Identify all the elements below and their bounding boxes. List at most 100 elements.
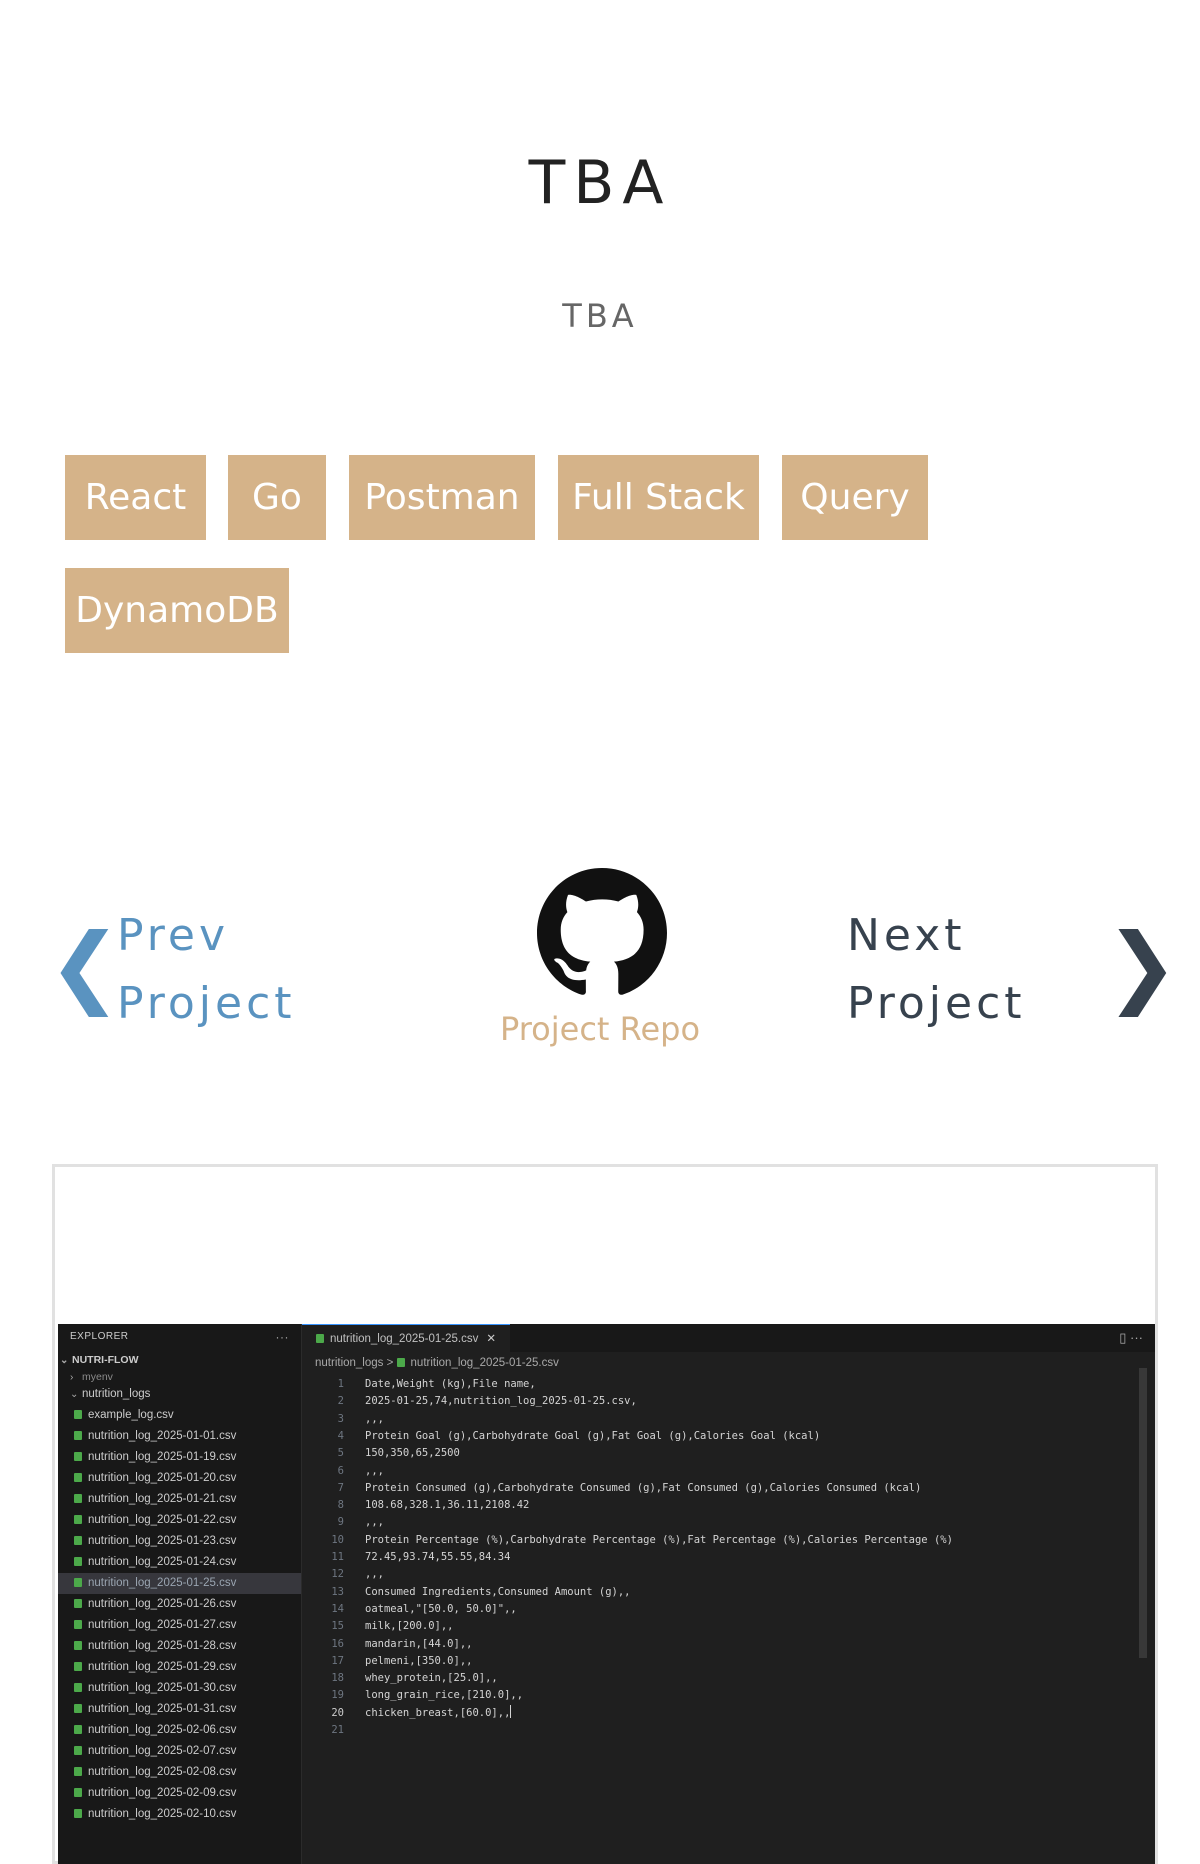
code-text: milk,[200.0],, (365, 1620, 454, 1633)
more-icon: ··· (275, 1330, 289, 1344)
chevron-down-icon: ⌄ (70, 1389, 79, 1400)
line-number: 8 (337, 1499, 344, 1512)
folder-myenv: › myenv (58, 1371, 301, 1384)
file-name: nutrition_log_2025-02-09.csv (88, 1787, 237, 1799)
file-tree-item: nutrition_log_2025-01-01.csv (58, 1426, 301, 1447)
code-text: Protein Goal (g),Carbohydrate Goal (g),F… (365, 1429, 821, 1442)
code-text: whey_protein,[25.0],, (365, 1672, 498, 1685)
tab-bar: nutrition_log_2025-01-25.csv ✕ ▯ ··· (302, 1324, 1155, 1353)
next-label-line2: Project (847, 978, 1026, 1029)
code-text: Protein Percentage (%),Carbohydrate Perc… (365, 1533, 953, 1546)
code-text: pelmeni,[350.0],, (365, 1654, 473, 1667)
breadcrumb-file: nutrition_log_2025-01-25.csv (410, 1357, 559, 1369)
code-text: Consumed Ingredients,Consumed Amount (g)… (365, 1585, 631, 1598)
chevron-right-icon[interactable]: ❯ (1105, 922, 1179, 1010)
code-line: 18 whey_protein,[25.0],, (302, 1670, 1155, 1687)
code-line: 20 chicken_breast,[60.0],, (302, 1704, 1155, 1722)
line-number: 18 (331, 1672, 344, 1685)
editor-screenshot: EXPLORER ··· ⌄ NUTRI-FLOW › myenv ⌄ nutriti… (58, 1324, 1155, 1864)
breadcrumb: nutrition_logs > nutrition_log_2025-01-2… (315, 1357, 559, 1369)
line-number: 5 (337, 1447, 344, 1460)
file-tree-item: nutrition_log_2025-02-09.csv (58, 1783, 301, 1804)
folder-myenv-label: myenv (82, 1371, 113, 1383)
file-name: nutrition_log_2025-02-10.csv (88, 1808, 237, 1820)
github-icon[interactable] (537, 868, 667, 998)
file-name: nutrition_log_2025-02-06.csv (88, 1724, 237, 1736)
line-number: 20 (331, 1706, 344, 1719)
code-line: 6,,, (302, 1463, 1155, 1480)
csv-file-icon (74, 1536, 82, 1545)
file-tree-item: nutrition_log_2025-01-20.csv (58, 1468, 301, 1489)
code-line: 9,,, (302, 1514, 1155, 1531)
code-line: 13 Consumed Ingredients,Consumed Amount (… (302, 1584, 1155, 1601)
file-tree-item: example_log.csv (58, 1405, 301, 1426)
file-name: nutrition_log_2025-01-30.csv (88, 1682, 237, 1694)
code-line: 17 pelmeni,[350.0],, (302, 1653, 1155, 1670)
project-name: NUTRI-FLOW (72, 1354, 139, 1366)
breadcrumb-separator: > (386, 1357, 394, 1369)
file-tree-item: nutrition_log_2025-01-19.csv (58, 1447, 301, 1468)
csv-file-icon (74, 1452, 82, 1461)
text-cursor (510, 1704, 512, 1718)
code-line: 1 Date,Weight (kg),File name, (302, 1376, 1155, 1393)
page-title: TBA (528, 148, 672, 218)
chevron-left-icon[interactable]: ❮ (48, 922, 122, 1010)
code-line: 4 Protein Goal (g),Carbohydrate Goal (g),… (302, 1428, 1155, 1445)
code-text: ,,, (365, 1516, 384, 1529)
csv-file-icon (74, 1788, 82, 1797)
file-name: nutrition_log_2025-01-31.csv (88, 1703, 237, 1715)
file-name: nutrition_log_2025-01-25.csv (88, 1577, 237, 1589)
next-project-link[interactable]: Next Project (847, 902, 1097, 1038)
code-text: ,,, (365, 1412, 384, 1425)
tag-dynamodb: DynamoDB (65, 568, 289, 653)
code-text: 150,350,65,2500 (365, 1447, 460, 1460)
file-tree-item: nutrition_log_2025-01-31.csv (58, 1699, 301, 1720)
file-name: nutrition_log_2025-01-23.csv (88, 1535, 237, 1547)
line-number: 15 (331, 1620, 344, 1633)
code-text: long_grain_rice,[210.0],, (365, 1689, 524, 1702)
file-tree-item: nutrition_log_2025-02-06.csv (58, 1720, 301, 1741)
code-line: 10 Protein Percentage (%),Carbohydrate Pe… (302, 1532, 1155, 1549)
line-number: 7 (337, 1481, 344, 1494)
csv-file-icon (74, 1746, 82, 1755)
code-line: 15 milk,[200.0],, (302, 1618, 1155, 1635)
line-number: 16 (331, 1637, 344, 1650)
line-number: 17 (331, 1654, 344, 1667)
line-number: 14 (331, 1602, 344, 1615)
code-text: Protein Consumed (g),Carbohydrate Consum… (365, 1481, 922, 1494)
file-tree-item: nutrition_log_2025-01-21.csv (58, 1489, 301, 1510)
prev-project-link[interactable]: Prev Project (117, 902, 437, 1038)
code-line: 14 oatmeal,"[50.0, 50.0]",, (302, 1601, 1155, 1618)
file-name: nutrition_log_2025-02-08.csv (88, 1766, 237, 1778)
code-line: 11 72.45,93.74,55.55,84.34 (302, 1549, 1155, 1566)
file-tree-item: nutrition_log_2025-02-10.csv (58, 1804, 301, 1825)
line-number: 10 (331, 1533, 344, 1546)
explorer-header: EXPLORER ··· (58, 1324, 301, 1350)
file-name: nutrition_log_2025-01-27.csv (88, 1619, 237, 1631)
line-number: 6 (337, 1464, 344, 1477)
file-name: nutrition_log_2025-02-07.csv (88, 1745, 237, 1757)
csv-file-icon (74, 1473, 82, 1482)
line-number: 21 (331, 1724, 344, 1736)
file-tree-item: nutrition_log_2025-01-23.csv (58, 1531, 301, 1552)
csv-file-icon (74, 1641, 82, 1650)
file-tree-item: nutrition_log_2025-01-24.csv (58, 1552, 301, 1573)
file-tree-item: nutrition_log_2025-01-27.csv (58, 1615, 301, 1636)
code-line: 12,,, (302, 1566, 1155, 1583)
folder-nutrition-logs: ⌄ nutrition_logs (58, 1384, 301, 1405)
project-repo-link[interactable]: Project Repo (430, 1010, 770, 1048)
file-name: nutrition_log_2025-01-24.csv (88, 1556, 237, 1568)
file-tree-item: nutrition_log_2025-01-28.csv (58, 1636, 301, 1657)
csv-file-icon (74, 1683, 82, 1692)
line-number: 19 (331, 1689, 344, 1702)
csv-file-icon (74, 1809, 82, 1818)
csv-file-icon (74, 1725, 82, 1734)
file-tree-item: nutrition_log_2025-01-25.csv (58, 1573, 301, 1594)
line-number: 9 (337, 1516, 344, 1529)
project-screenshot-frame: EXPLORER ··· ⌄ NUTRI-FLOW › myenv ⌄ nutriti… (52, 1164, 1158, 1864)
code-text: 108.68,328.1,36.11,2108.42 (365, 1499, 530, 1512)
line-number: 11 (331, 1551, 344, 1563)
line-number: 12 (331, 1568, 344, 1581)
file-name: nutrition_log_2025-01-26.csv (88, 1598, 237, 1610)
file-name: nutrition_log_2025-01-21.csv (88, 1493, 237, 1505)
